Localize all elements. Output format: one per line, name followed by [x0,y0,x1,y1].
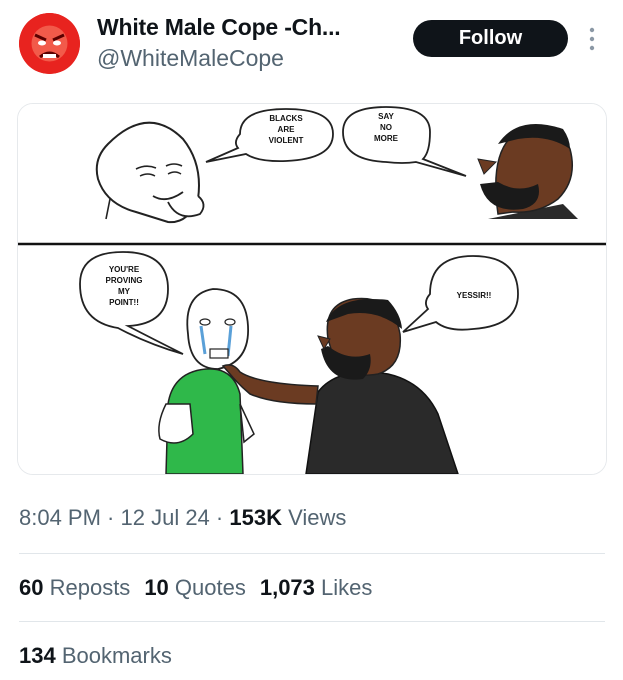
views-count[interactable]: 153K [229,505,282,530]
quotes-count: 10 [144,575,169,600]
divider [19,553,605,554]
bubble-left-line-3: VIOLENT [269,136,304,145]
bookmarks-label: Bookmarks [55,643,172,668]
bubble-left2-line-3: MY [118,287,131,296]
reposts-stat[interactable]: 60 Reposts [19,575,130,601]
angry-face-avatar-icon [19,13,80,74]
quotes-label: Quotes [168,575,246,600]
follow-button[interactable]: Follow [413,20,568,57]
tweet-time[interactable]: 8:04 PM [19,505,101,530]
bubble-left-line-2: ARE [278,125,296,134]
tweet-timestamp-views: 8:04 PM · 12 Jul 24 · 153K Views [19,505,346,531]
meme-comic-illustration: BLACKS ARE VIOLENT SAY NO MORE YOU'RE PR… [18,104,606,474]
bubble-right2-line-1: YESSIR!! [457,291,492,300]
likes-count: 1,073 [259,575,315,600]
tweet-header: White Male Cope -Ch... @WhiteMaleCope Fo… [0,0,623,100]
separator-dot: · [100,505,121,530]
bubble-right-line-1: SAY [378,112,394,121]
bubble-right-line-2: NO [380,123,392,132]
bookmarks-stat[interactable]: 134 Bookmarks [19,643,172,669]
reposts-label: Reposts [43,575,131,600]
handle[interactable]: @WhiteMaleCope [97,45,284,72]
views-label[interactable]: Views [282,505,346,530]
tweet-media-image[interactable]: BLACKS ARE VIOLENT SAY NO MORE YOU'RE PR… [17,103,607,475]
divider [19,621,605,622]
reposts-count: 60 [19,575,44,600]
bubble-right-line-3: MORE [374,134,399,143]
engagement-stats: 60 Reposts 10 Quotes 1,073 Likes [19,575,386,601]
likes-stat[interactable]: 1,073 Likes [260,575,373,601]
quotes-stat[interactable]: 10 Quotes [144,575,246,601]
separator-dot: · [209,505,230,530]
tweet-date[interactable]: 12 Jul 24 [121,505,210,530]
avatar[interactable] [19,13,80,74]
display-name[interactable]: White Male Cope -Ch... [97,14,341,41]
bookmarks-count: 134 [19,643,56,668]
vertical-ellipsis-icon[interactable] [584,24,600,54]
bubble-left-line-1: BLACKS [269,114,303,123]
bubble-left2-line-4: POINT!! [109,298,139,307]
bubble-left2-line-1: YOU'RE [109,265,140,274]
bubble-left2-line-2: PROVING [106,276,143,285]
likes-label: Likes [314,575,373,600]
